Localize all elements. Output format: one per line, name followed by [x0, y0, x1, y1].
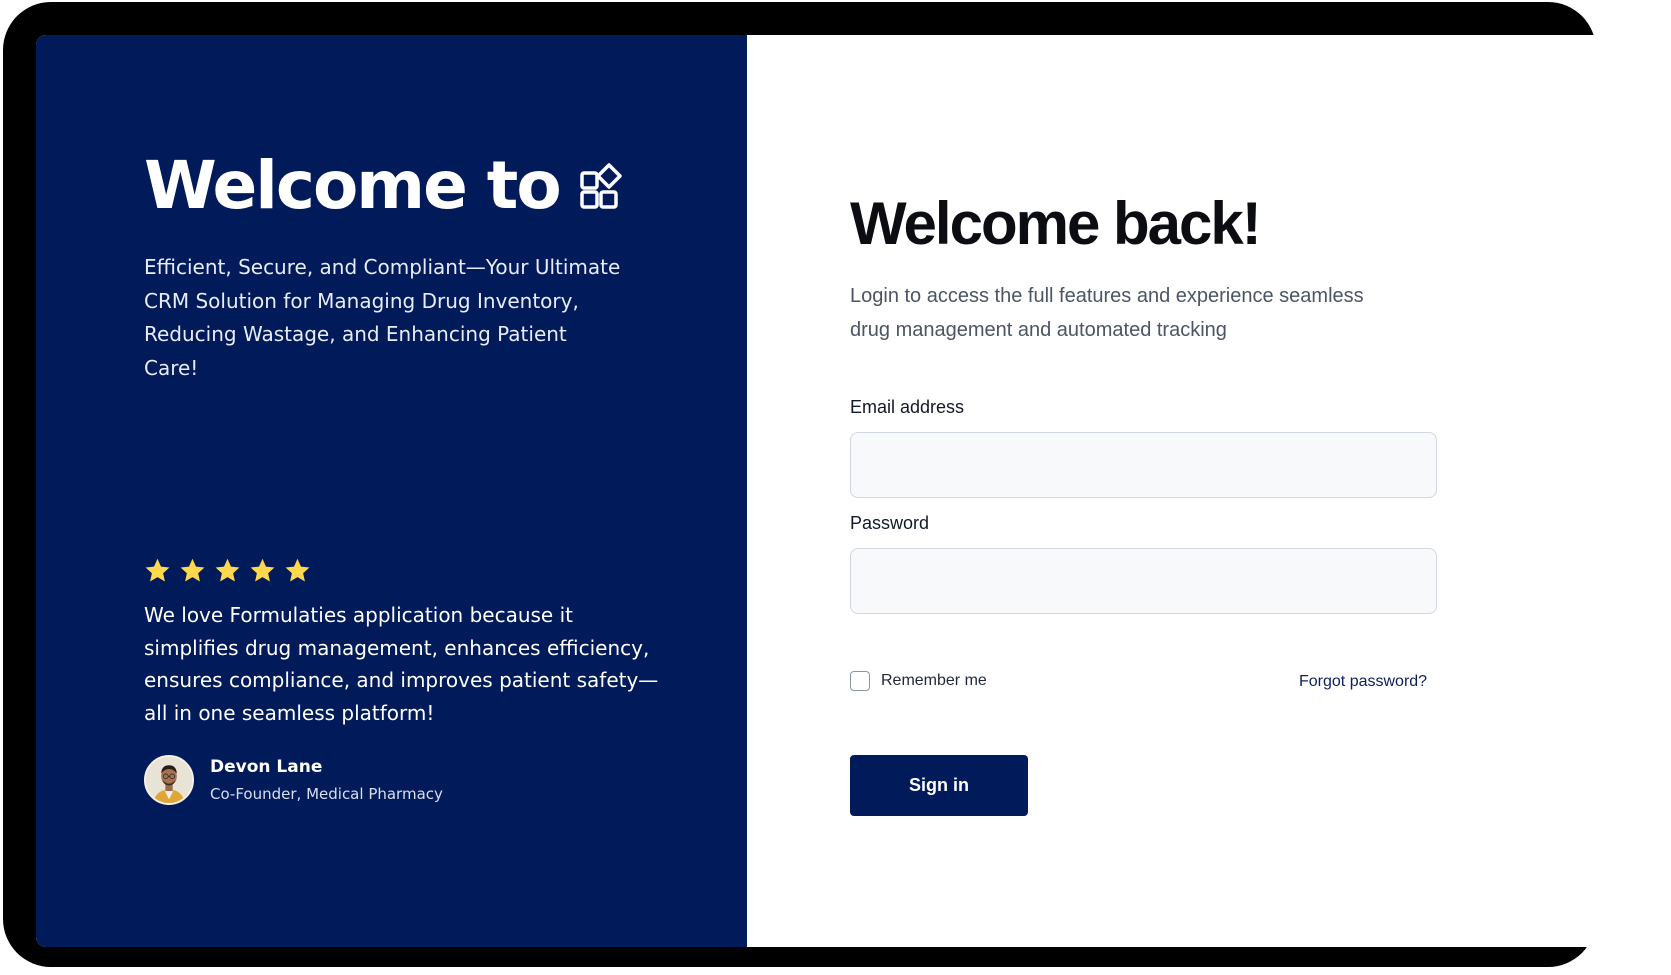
star-icon — [145, 558, 170, 582]
avatar — [144, 755, 194, 805]
password-field[interactable] — [850, 548, 1437, 614]
author-role: Co-Founder, Medical Pharmacy — [210, 785, 443, 803]
star-icon — [215, 558, 240, 582]
star-icon — [285, 558, 310, 582]
testimonial-author: Devon Lane Co-Founder, Medical Pharmacy — [144, 755, 443, 805]
email-field[interactable] — [850, 432, 1437, 498]
forgot-password-link[interactable]: Forgot password? — [1299, 673, 1427, 691]
login-subtitle: Login to access the full features and ex… — [850, 285, 1364, 341]
device-frame: Welcome to Efficient, Secure, and Compli… — [3, 2, 1640, 967]
testimonial-quote: We love Formulaties application because … — [144, 603, 659, 725]
password-label: Password — [850, 513, 930, 533]
blocks-icon — [579, 163, 622, 209]
login-screen: Welcome to Efficient, Secure, and Compli… — [36, 35, 1640, 947]
remember-checkbox[interactable] — [850, 671, 870, 691]
welcome-panel: Welcome to Efficient, Secure, and Compli… — [36, 35, 747, 947]
author-info: Devon Lane Co-Founder, Medical Pharmacy — [210, 757, 443, 803]
sign-in-button[interactable]: Sign in — [850, 755, 1028, 816]
remember-label: Remember me — [881, 672, 987, 689]
remember-me[interactable]: Remember me — [850, 671, 987, 691]
email-label: Email address — [850, 397, 965, 417]
login-title: Welcome back! — [850, 190, 1262, 257]
login-panel: Welcome back! Login to access the full f… — [747, 35, 1640, 947]
author-name: Devon Lane — [210, 757, 323, 777]
hero-heading: Welcome to — [144, 153, 628, 219]
hero-subtitle: Efficient, Secure, and Compliant—Your Ul… — [144, 255, 621, 380]
hero-title: Welcome to — [144, 147, 562, 224]
star-icon — [180, 558, 205, 582]
rating-stars — [144, 557, 311, 584]
avatar-image — [146, 757, 192, 803]
star-icon — [250, 558, 275, 582]
